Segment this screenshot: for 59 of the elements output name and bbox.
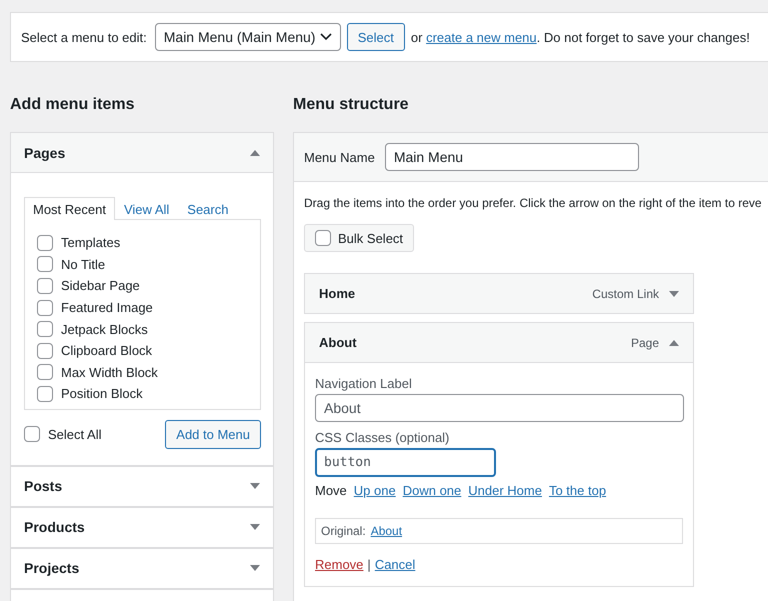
cancel-link[interactable]: Cancel bbox=[374, 557, 416, 572]
section-heading: Add menu items bbox=[10, 96, 136, 115]
move-link[interactable]: To the top bbox=[548, 483, 606, 498]
page-option-label[interactable]: Clipboard Block bbox=[61, 343, 152, 358]
move-link[interactable]: Down one bbox=[402, 483, 462, 498]
create-menu-link[interactable]: create a new menu bbox=[426, 30, 537, 44]
accordion-header[interactable]: Pages bbox=[11, 133, 273, 173]
checkbox[interactable] bbox=[37, 342, 53, 359]
field-label: Navigation Label bbox=[315, 376, 413, 391]
page-option-label[interactable]: Position Block bbox=[61, 386, 143, 402]
checkbox[interactable] bbox=[37, 300, 53, 316]
tab[interactable]: Most Recent bbox=[24, 197, 115, 220]
separator-text: | bbox=[367, 557, 371, 572]
triangle-down-icon[interactable] bbox=[669, 290, 679, 296]
triangle-down-icon[interactable] bbox=[250, 483, 260, 490]
original-box: Original: About bbox=[315, 518, 683, 544]
tab[interactable]: View All bbox=[114, 197, 178, 220]
checkbox[interactable] bbox=[37, 386, 53, 402]
select-all-label[interactable]: Select All bbox=[48, 426, 102, 442]
chevron-down-icon bbox=[320, 33, 332, 41]
page-option-label[interactable]: No Title bbox=[61, 256, 106, 272]
field-label: CSS Classes (optional) bbox=[315, 430, 450, 445]
checkbox[interactable] bbox=[37, 256, 53, 272]
checkbox[interactable] bbox=[37, 321, 53, 338]
section-heading: Menu structure bbox=[293, 96, 410, 115]
move-link[interactable]: Under Home bbox=[468, 483, 542, 498]
menu-item-header[interactable]: About Page bbox=[305, 323, 693, 363]
menu-item-header[interactable]: Home Custom Link bbox=[305, 274, 693, 313]
or-text: or bbox=[410, 30, 422, 44]
menu-dropdown[interactable]: Main Menu (Main Menu) bbox=[154, 23, 341, 51]
page-option-label[interactable]: Max Width Block bbox=[61, 364, 158, 380]
page-option-label[interactable]: Templates bbox=[61, 235, 120, 250]
remove-link[interactable]: Remove bbox=[315, 557, 364, 572]
triangle-up-icon[interactable] bbox=[669, 340, 679, 346]
css-classes-field[interactable]: button bbox=[315, 448, 496, 477]
add-to-menu-button[interactable]: Add to Menu bbox=[165, 420, 261, 449]
original-link[interactable]: About bbox=[370, 524, 402, 538]
checkbox[interactable] bbox=[37, 234, 53, 251]
checkbox[interactable] bbox=[37, 278, 53, 294]
move-label: Move bbox=[315, 483, 347, 498]
page-option-label[interactable]: Featured Image bbox=[61, 300, 153, 316]
checkbox[interactable] bbox=[37, 364, 53, 380]
save-reminder-text: . Do not forget to save your changes! bbox=[536, 30, 750, 44]
page-option-label[interactable]: Sidebar Page bbox=[61, 278, 140, 294]
instructions-text: Drag the items into the order you prefer. Click the arrow on the right of the item to reve bbox=[304, 196, 763, 210]
select-button[interactable]: Select bbox=[346, 23, 405, 51]
checkbox[interactable] bbox=[315, 230, 331, 246]
select-menu-label: Select a menu to edit: bbox=[21, 30, 147, 44]
menu-name-label: Menu Name bbox=[304, 150, 375, 164]
move-link[interactable]: Up one bbox=[354, 483, 396, 498]
navigation-label-field[interactable]: About bbox=[315, 394, 684, 422]
tab[interactable]: Search bbox=[178, 197, 238, 220]
page-option-label[interactable]: Jetpack Blocks bbox=[61, 322, 148, 337]
triangle-down-icon[interactable] bbox=[250, 565, 260, 572]
menu-name-field[interactable]: Main Menu bbox=[384, 143, 639, 171]
triangle-down-icon[interactable] bbox=[250, 524, 260, 530]
triangle-up-icon[interactable] bbox=[250, 150, 260, 156]
checkbox[interactable] bbox=[24, 426, 40, 442]
bulk-select-button[interactable]: Bulk Select bbox=[304, 224, 414, 252]
